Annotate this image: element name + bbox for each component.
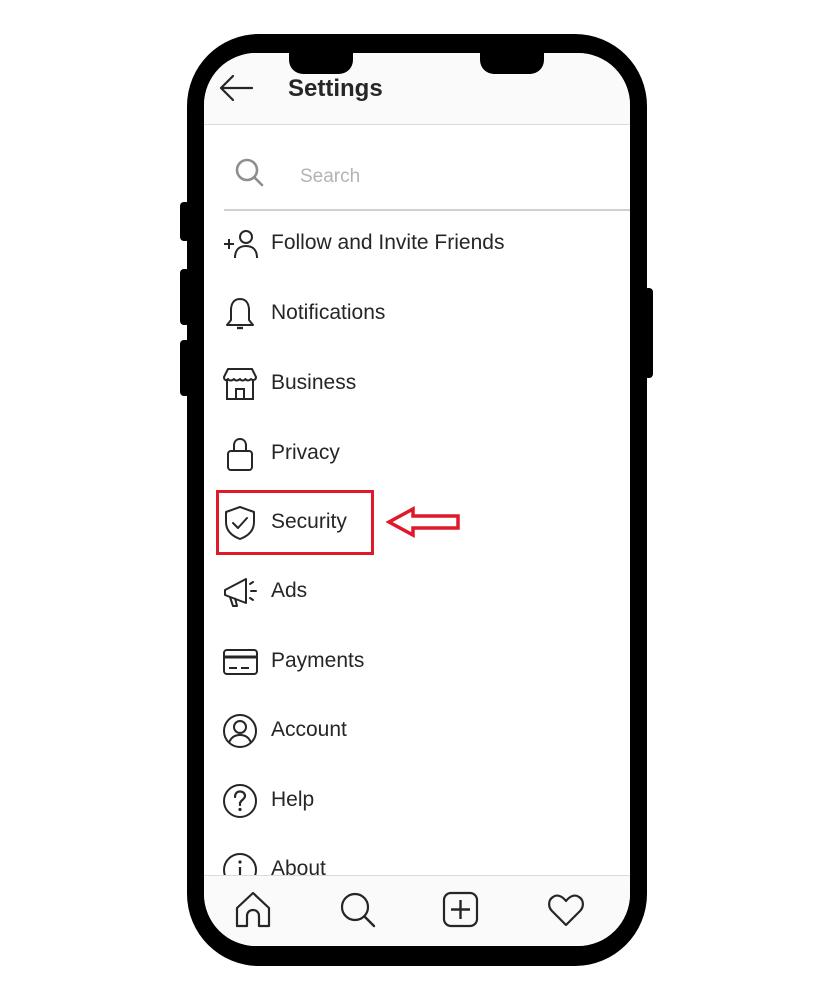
phone-power-button <box>644 288 653 378</box>
menu-item-label: Account <box>271 718 347 741</box>
menu-item-follow-invite[interactable]: Follow and Invite Friends <box>222 224 602 264</box>
menu-item-account[interactable]: Account <box>222 711 602 751</box>
phone-side-button <box>180 202 190 241</box>
menu-item-label: Business <box>271 371 357 394</box>
menu-item-label: Follow and Invite Friends <box>271 231 505 254</box>
help-circle-icon <box>223 784 257 818</box>
menu-item-privacy[interactable]: Privacy <box>222 434 602 474</box>
add-person-icon <box>224 230 258 259</box>
phone-volume-down-button <box>180 340 190 396</box>
storefront-icon <box>223 368 257 400</box>
bottom-tab-bar <box>204 875 630 946</box>
phone-screen: Settings Search Follow and Invite Friend… <box>204 53 630 946</box>
plus-square-icon[interactable] <box>441 890 481 930</box>
menu-item-label: Help <box>271 788 315 811</box>
heart-icon[interactable] <box>546 890 586 930</box>
bell-icon <box>226 298 254 330</box>
megaphone-icon <box>224 578 257 607</box>
phone-notch-left <box>289 53 353 74</box>
menu-item-label: Privacy <box>271 441 340 464</box>
search-icon[interactable] <box>338 890 378 930</box>
menu-item-label: Notifications <box>271 301 386 324</box>
lock-icon <box>227 437 253 471</box>
credit-card-icon <box>223 649 258 675</box>
settings-header: Settings <box>204 53 630 125</box>
menu-item-ads[interactable]: Ads <box>222 572 602 612</box>
menu-item-payments[interactable]: Payments <box>222 642 602 682</box>
home-icon[interactable] <box>233 890 273 930</box>
menu-item-label: Ads <box>271 579 308 602</box>
page-title: Settings <box>288 75 383 102</box>
phone-volume-up-button <box>180 269 190 325</box>
arrow-left-icon[interactable] <box>218 73 254 103</box>
search-bar[interactable]: Search <box>224 143 630 211</box>
annotation-arrow-icon <box>386 506 460 538</box>
user-circle-icon <box>223 714 257 748</box>
menu-item-notifications[interactable]: Notifications <box>222 294 602 334</box>
search-icon <box>235 158 264 187</box>
menu-item-business[interactable]: Business <box>222 364 602 404</box>
menu-item-help[interactable]: Help <box>222 781 602 821</box>
menu-item-label: Payments <box>271 649 365 672</box>
phone-notch-right <box>480 53 544 74</box>
search-input[interactable]: Search <box>300 166 360 188</box>
security-highlight-box <box>216 490 374 555</box>
